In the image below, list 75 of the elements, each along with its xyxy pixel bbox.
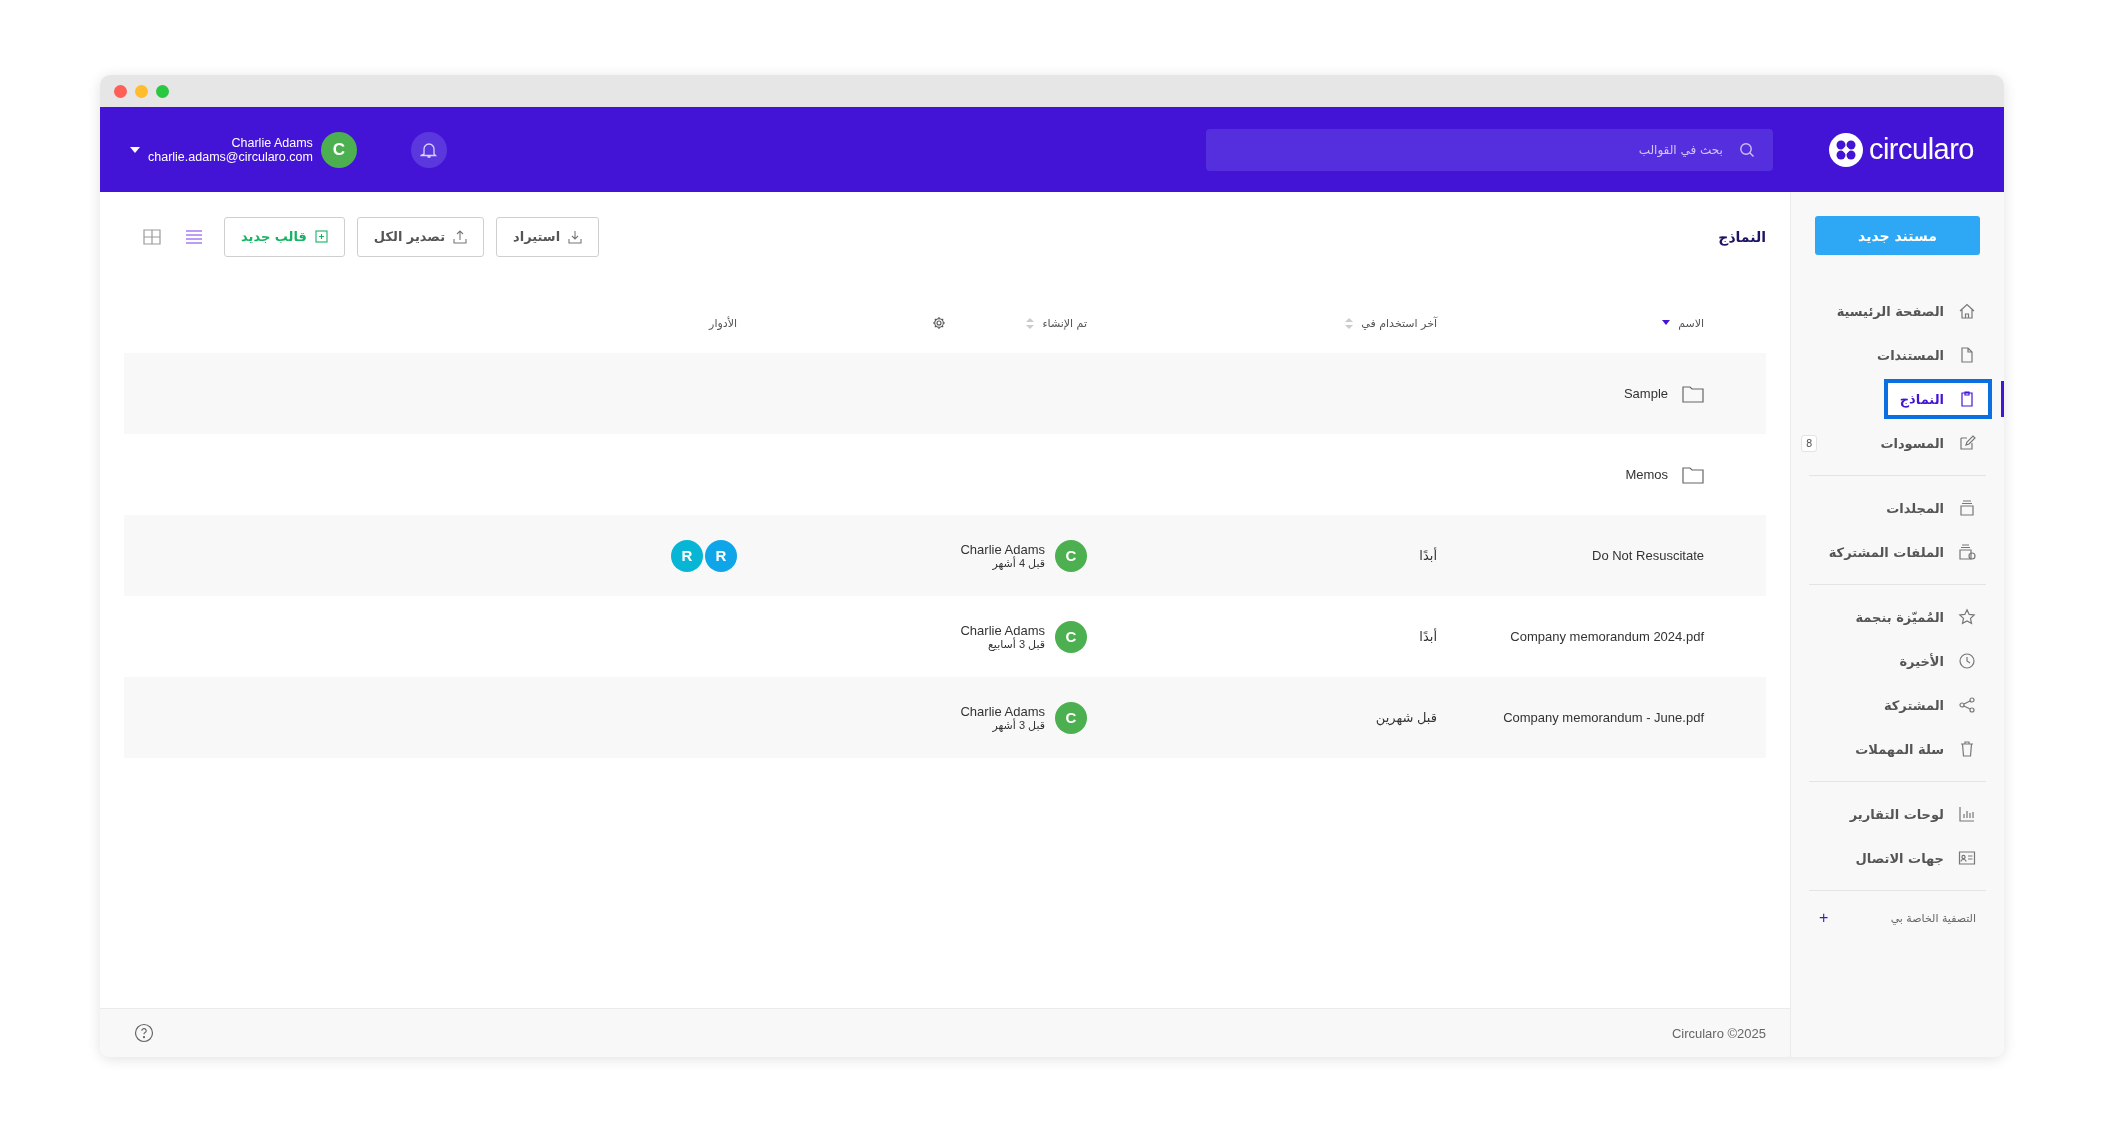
- document-icon: [1958, 346, 1976, 364]
- notifications-button[interactable]: [410, 131, 447, 168]
- sidebar-item[interactable]: المُميّزة بنجمة: [1839, 597, 1992, 637]
- upload-icon: [453, 229, 468, 244]
- folder-stack-icon: [1958, 499, 1976, 517]
- share-icon: [1958, 696, 1976, 714]
- creator-name: Charlie Adams: [960, 541, 1045, 557]
- bell-icon: [419, 140, 438, 159]
- sidebar-item[interactable]: الصفحة الرئيسية: [1820, 291, 1992, 331]
- sort-descending-icon[interactable]: [1662, 320, 1671, 326]
- search-field[interactable]: بحث في القوالب: [1205, 128, 1773, 171]
- last-used-text: أبدًا: [1419, 629, 1437, 644]
- clipboard-icon: [1958, 390, 1976, 408]
- creator-name: Charlie Adams: [960, 622, 1045, 638]
- sort-icon[interactable]: [1026, 317, 1035, 329]
- shared-folder-icon: [1958, 543, 1976, 561]
- creator-avatar: C: [1055, 539, 1087, 572]
- file-name[interactable]: Do Not Resuscitate: [1592, 548, 1704, 563]
- folder-icon: [1682, 465, 1704, 484]
- add-filter-button[interactable]: +: [1819, 909, 1829, 927]
- count-badge: 8: [1801, 434, 1818, 452]
- folder-icon: [1682, 384, 1704, 403]
- file-name[interactable]: Memos: [1625, 467, 1668, 482]
- sidebar-item[interactable]: المجلدات: [1870, 488, 1992, 528]
- user-name: Charlie Adams: [231, 135, 313, 150]
- creator-name: Charlie Adams: [960, 703, 1045, 719]
- my-filters-label: التصفية الخاصة بي: [1890, 911, 1976, 925]
- help-icon[interactable]: [134, 1023, 154, 1043]
- settings-icon[interactable]: [932, 316, 946, 330]
- sidebar-item[interactable]: سلة المهملات: [1839, 729, 1992, 769]
- column-header[interactable]: الاسم: [1678, 316, 1704, 330]
- star-icon: [1958, 608, 1976, 626]
- role-avatar: R: [705, 539, 737, 572]
- trash-icon: [1958, 740, 1976, 758]
- sidebar-item[interactable]: المشتركة: [1867, 685, 1992, 725]
- creator-avatar: C: [1055, 701, 1087, 734]
- minimize-window-icon[interactable]: [135, 84, 148, 98]
- export-button[interactable]: تصدير الكل: [356, 216, 485, 257]
- file-name[interactable]: Sample: [1623, 386, 1668, 401]
- close-window-icon[interactable]: [114, 84, 127, 98]
- last-used-text: أبدًا: [1419, 548, 1437, 563]
- plus-square-icon: [314, 230, 328, 243]
- maximize-window-icon[interactable]: [156, 84, 169, 98]
- last-used-text: قبل شهرين: [1375, 710, 1437, 725]
- home-icon: [1958, 302, 1976, 320]
- sort-icon[interactable]: [1345, 317, 1354, 329]
- file-name[interactable]: Company memorandum 2024.pdf: [1510, 629, 1704, 644]
- copyright-text: Circularo ©2025: [1671, 1025, 1766, 1041]
- sidebar-item[interactable]: جهات الاتصال: [1839, 838, 1992, 878]
- dropdown-caret-icon[interactable]: [130, 146, 140, 153]
- column-header[interactable]: تم الإنشاء: [1042, 316, 1087, 330]
- column-header[interactable]: الأدوار: [709, 316, 737, 330]
- sidebar-item[interactable]: لوحات التقارير: [1833, 794, 1992, 834]
- sidebar-item[interactable]: الأخيرة: [1883, 641, 1992, 681]
- user-email: charlie.adams@circularo.com: [148, 149, 313, 164]
- creator-avatar: C: [1055, 620, 1087, 653]
- page-title: النماذج: [1718, 228, 1766, 245]
- created-time: قبل 4 أشهر: [992, 556, 1045, 570]
- contact-card-icon: [1958, 849, 1976, 867]
- file-name[interactable]: Company memorandum - June.pdf: [1503, 710, 1704, 725]
- sidebar-item[interactable]: المستندات: [1861, 335, 1992, 375]
- download-icon: [568, 229, 583, 244]
- bar-chart-icon: [1958, 805, 1976, 823]
- role-avatar: R: [671, 539, 703, 572]
- column-header[interactable]: آخر استخدام في: [1361, 316, 1437, 330]
- sidebar-item[interactable]: النماذج: [1883, 379, 1992, 419]
- created-time: قبل 3 أسابيع: [988, 637, 1045, 651]
- edit-icon: [1958, 434, 1976, 452]
- logo-icon: [1828, 132, 1863, 167]
- logo-wordmark: circularo: [1868, 133, 1974, 166]
- clock-icon: [1958, 652, 1976, 670]
- sidebar-item[interactable]: الملفات المشتركة: [1812, 532, 1992, 572]
- import-button[interactable]: استيراد: [496, 216, 600, 257]
- sidebar-item[interactable]: المسودات: [1864, 423, 1992, 463]
- created-time: قبل 3 أشهر: [992, 718, 1045, 732]
